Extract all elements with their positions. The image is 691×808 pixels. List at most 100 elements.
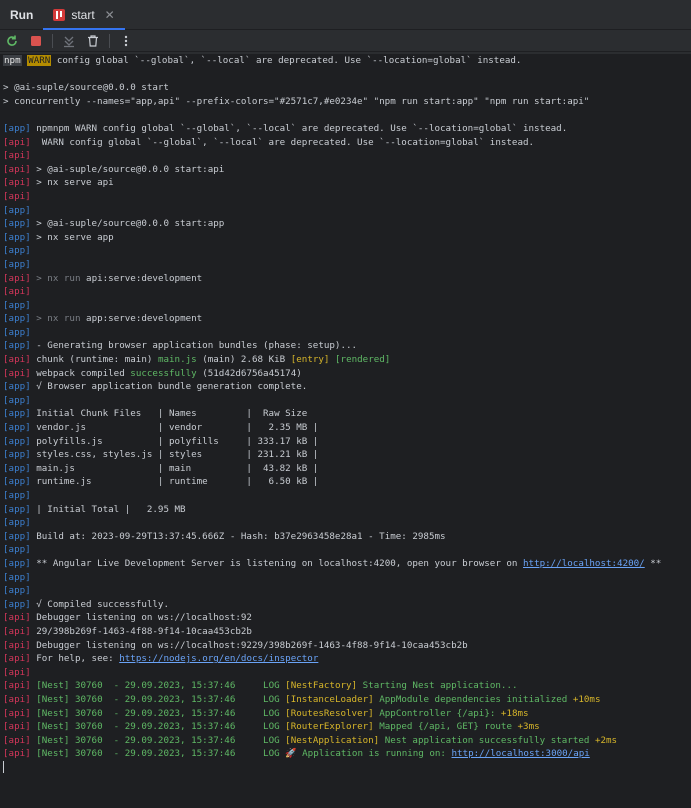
process-prefix-bracket: [app] <box>3 299 31 311</box>
process-prefix-bracket: [app] <box>3 544 31 556</box>
console-link[interactable]: https://nodejs.org/en/docs/inspector <box>119 653 318 664</box>
console-line: > concurrently --names="app,api" --prefi… <box>3 95 688 109</box>
console-text: app:serve:development <box>80 313 203 325</box>
console-text: LOG <box>263 748 280 760</box>
process-prefix: app <box>8 585 26 597</box>
console-text: webpack compiled <box>30 367 131 379</box>
process-prefix: app <box>8 313 26 325</box>
process-prefix-bracket: [api] <box>3 612 31 624</box>
console-line: [app] runtime.js | runtime | 6.50 kB | <box>3 475 688 489</box>
process-prefix-bracket: [api] <box>3 354 31 366</box>
console-text: chunk (runtime: main) <box>30 354 158 366</box>
console-text: api:serve:development <box>80 272 203 284</box>
console-line: [app] Initial Chunk Files | Names | Raw … <box>3 407 688 421</box>
console-line: [app] √ Compiled successfully. <box>3 598 688 612</box>
console-line: [app] <box>3 244 688 258</box>
process-prefix-bracket: [app] <box>3 435 31 447</box>
process-prefix-bracket: [app] <box>3 231 31 243</box>
console-text: Initial Chunk Files | Names | Raw Size <box>30 408 308 420</box>
console-text: 🚀 Application is running on: <box>279 748 452 760</box>
tab-start[interactable]: start ✕ <box>43 0 126 30</box>
process-prefix-bracket: [app] <box>3 218 31 230</box>
process-prefix: app <box>8 326 26 338</box>
console-text: ** Angular Live Development Server is li… <box>30 557 523 569</box>
process-prefix: app <box>8 476 26 488</box>
console-line: [api] webpack compiled successfully (51d… <box>3 367 688 381</box>
console-line: [app] <box>3 299 688 313</box>
console-text: +10ms <box>572 693 601 705</box>
process-prefix: app <box>8 490 26 501</box>
process-prefix: app <box>8 381 26 393</box>
console-line: [app] <box>3 204 688 218</box>
console-text: +18ms <box>500 707 529 719</box>
process-prefix: api <box>8 354 26 366</box>
process-prefix-bracket: [app] <box>3 490 31 501</box>
tab-label: start <box>71 7 95 22</box>
console-link[interactable]: http://localhost:3000/api <box>452 748 590 759</box>
process-prefix: api <box>8 612 26 624</box>
process-prefix-bracket: [app] <box>3 422 31 434</box>
process-prefix-bracket: [app] <box>3 585 31 597</box>
console-text: [InstanceLoader] <box>279 693 380 705</box>
process-prefix: app <box>8 394 26 406</box>
console-output[interactable]: npm WARN config global `--global`, `--lo… <box>0 54 691 808</box>
console-line: [app] <box>3 326 688 340</box>
console-text: WARN config global `--global`, `--local`… <box>30 136 535 148</box>
console-line: [app] | Initial Total | 2.95 MB <box>3 503 688 517</box>
console-line: > @ai-suple/source@0.0.0 start <box>3 81 688 95</box>
process-prefix: app <box>8 571 26 583</box>
process-prefix: app <box>8 517 26 529</box>
console-text: 29/398b269f-1463-4f88-9f14-10caa453cb2b <box>30 625 252 637</box>
process-prefix-bracket: [api] <box>3 653 31 665</box>
stop-icon[interactable] <box>28 33 44 49</box>
console-text: AppModule dependencies initialized <box>379 693 573 705</box>
process-prefix-bracket: [app] <box>3 122 31 134</box>
process-prefix: api <box>8 748 26 760</box>
process-prefix-bracket: [app] <box>3 394 31 406</box>
rerun-icon[interactable] <box>4 33 20 49</box>
process-prefix-bracket: [api] <box>3 190 31 202</box>
console-line: [api] [Nest] 30760 - 29.09.2023, 15:37:4… <box>3 679 688 693</box>
process-prefix-bracket: [api] <box>3 734 31 746</box>
process-prefix: api <box>8 721 26 733</box>
process-prefix-bracket: [app] <box>3 557 31 569</box>
console-text: > @ai-suple/source@0.0.0 start:api <box>30 163 225 175</box>
console-text: [entry] <box>290 354 330 366</box>
process-prefix: api <box>8 272 26 284</box>
console-text: npm <box>3 55 22 66</box>
process-prefix-bracket: [app] <box>3 326 31 338</box>
console-line: [api] <box>3 666 688 680</box>
console-line: [app] <box>3 258 688 272</box>
console-text: polyfills.js | polyfills | 333.17 kB | <box>30 435 319 447</box>
console-text: > @ai-suple/source@0.0.0 start <box>3 82 169 94</box>
process-prefix-bracket: [api] <box>3 367 31 379</box>
console-text: > nx serve api <box>30 177 114 189</box>
run-toolbar <box>0 30 691 52</box>
console-text: LOG <box>263 693 280 705</box>
process-prefix-bracket: [api] <box>3 680 31 692</box>
trash-icon[interactable] <box>85 33 101 49</box>
console-text: [rendered] <box>335 354 391 366</box>
console-text: [NestFactory] <box>279 680 363 692</box>
console-line: [api] <box>3 285 688 299</box>
process-prefix: app <box>8 258 26 270</box>
more-icon[interactable] <box>118 33 134 49</box>
console-text: AppController {/api}: <box>379 707 501 719</box>
console-line: [api] [Nest] 30760 - 29.09.2023, 15:37:4… <box>3 747 688 761</box>
console-text: Starting Nest application... <box>362 680 518 692</box>
console-link[interactable]: http://localhost:4200/ <box>523 558 645 569</box>
console-input-line[interactable] <box>3 761 688 775</box>
console-line: [app] <box>3 543 688 557</box>
process-prefix: app <box>8 449 26 461</box>
process-prefix: api <box>8 734 26 746</box>
process-prefix: api <box>8 666 26 678</box>
console-text: For help, see: <box>30 653 120 665</box>
console-text: > nx run <box>30 272 81 284</box>
close-icon[interactable]: ✕ <box>105 8 115 22</box>
console-line: [app] polyfills.js | polyfills | 333.17 … <box>3 435 688 449</box>
process-prefix-bracket: [app] <box>3 530 31 542</box>
scroll-to-end-icon[interactable] <box>61 33 77 49</box>
console-line: [api] 29/398b269f-1463-4f88-9f14-10caa45… <box>3 625 688 639</box>
console-line: [app] > @ai-suple/source@0.0.0 start:app <box>3 217 688 231</box>
process-prefix-bracket: [app] <box>3 204 31 216</box>
